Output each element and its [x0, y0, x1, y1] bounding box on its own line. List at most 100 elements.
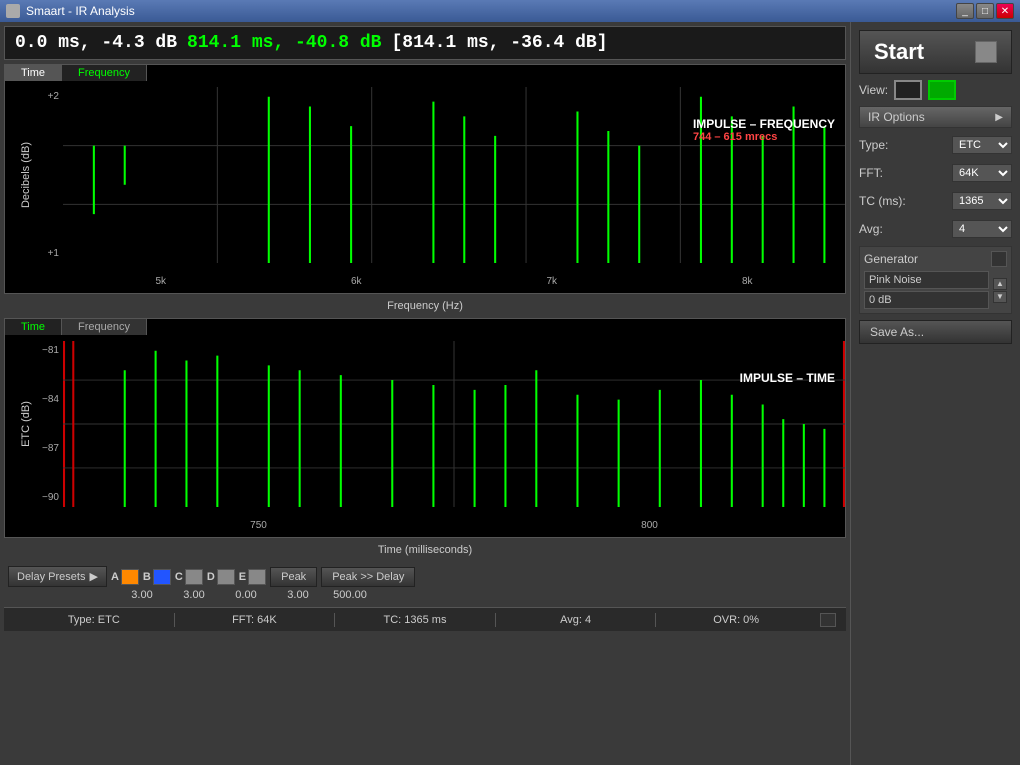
preset-c-value: 0.00: [222, 589, 270, 601]
tc-row: TC (ms): 682 1365 2730: [859, 192, 1012, 210]
status-ovr: OVR: 0%: [656, 614, 816, 626]
main-container: 0.0 ms, -4.3 dB 814.1 ms, -40.8 dB [814.…: [0, 22, 1020, 765]
minimize-button[interactable]: _: [956, 3, 974, 19]
bottom-x-label-750: 750: [250, 520, 267, 531]
peak-delay-button[interactable]: Peak >> Delay: [321, 567, 415, 587]
maximize-button[interactable]: □: [976, 3, 994, 19]
type-row: Type: ETC RTA FFT: [859, 136, 1012, 154]
top-x-label-7k: 7k: [546, 276, 557, 287]
preset-a-value: 3.00: [118, 589, 166, 601]
status-tc: TC: 1365 ms: [335, 614, 495, 626]
preset-d-color[interactable]: [217, 569, 235, 585]
info-green: 814.1 ms, -40.8 dB: [187, 33, 381, 53]
ir-options-label: IR Options: [868, 110, 925, 124]
preset-c-letter: C: [175, 571, 183, 583]
bottom-y-label-3: −87: [33, 443, 63, 454]
fft-label: FFT:: [859, 166, 883, 180]
avg-select[interactable]: 1 2 4 8: [952, 220, 1012, 238]
app-icon: [6, 4, 20, 18]
bottom-tab-frequency[interactable]: Frequency: [62, 319, 147, 335]
view-waveform-button[interactable]: [894, 80, 922, 100]
close-button[interactable]: ✕: [996, 3, 1014, 19]
info-bracket: [814.1 ms, -36.4 dB]: [391, 33, 607, 53]
tc-select[interactable]: 682 1365 2730: [952, 192, 1012, 210]
top-x-label-8k: 8k: [742, 276, 753, 287]
view-label: View:: [859, 83, 888, 97]
generator-section: Generator Pink Noise 0 dB ▲ ▼: [859, 246, 1012, 314]
preset-b-value: 3.00: [170, 589, 218, 601]
top-tab-time[interactable]: Time: [5, 65, 62, 81]
start-label: Start: [874, 39, 924, 65]
view-row: View:: [859, 80, 1012, 100]
top-y-label-2: +1: [33, 248, 63, 259]
window-controls: _ □ ✕: [956, 3, 1014, 19]
preset-b-color[interactable]: [153, 569, 171, 585]
info-bar: 0.0 ms, -4.3 dB 814.1 ms, -40.8 dB [814.…: [4, 26, 846, 60]
bottom-y-axis: −81 −84 −87 −90: [33, 341, 63, 507]
status-fft: FFT: 64K: [175, 614, 335, 626]
center-area: 0.0 ms, -4.3 dB 814.1 ms, -40.8 dB [814.…: [0, 22, 850, 765]
preset-d-group: D: [207, 569, 235, 585]
top-chart-overlay: IMPULSE – FREQUENCY 744 – 615 mrecs: [693, 117, 835, 143]
bottom-chart-canvas[interactable]: IMPULSE – TIME: [63, 341, 845, 507]
bottom-y-axis-title: ETC (dB): [19, 341, 33, 507]
preset-e-value: 500.00: [326, 589, 374, 601]
start-button[interactable]: Start: [859, 30, 1012, 74]
type-select[interactable]: ETC RTA FFT: [952, 136, 1012, 154]
top-chart-tabs: Time Frequency: [5, 65, 147, 81]
preset-a-group: A: [111, 569, 139, 585]
top-x-axis: 5k 6k 7k 8k: [63, 269, 845, 293]
generator-checkbox[interactable]: [991, 251, 1007, 267]
ir-options-header[interactable]: IR Options ▶: [859, 106, 1012, 128]
preset-e-letter: E: [239, 571, 246, 583]
right-panel: Start View: IR Options ▶ Type: ETC RTA F…: [850, 22, 1020, 765]
delay-presets-button[interactable]: Delay Presets ▶: [8, 566, 107, 587]
status-type: Type: ETC: [14, 614, 174, 626]
bottom-x-axis: 750 800: [63, 513, 845, 537]
preset-a-color[interactable]: [121, 569, 139, 585]
ir-options-arrow-icon: ▶: [995, 112, 1003, 123]
bottom-controls: Delay Presets ▶ A B C D: [4, 562, 846, 603]
bottom-chart-svg: [63, 341, 845, 507]
preset-d-value: 3.00: [274, 589, 322, 601]
top-chart-svg: [63, 87, 845, 263]
fft-select[interactable]: 32K 64K 128K: [952, 164, 1012, 182]
start-square-icon: [975, 41, 997, 63]
title-bar: Smaart - IR Analysis _ □ ✕: [0, 0, 1020, 22]
preset-e-group: E: [239, 569, 266, 585]
avg-row: Avg: 1 2 4 8: [859, 220, 1012, 238]
bottom-x-label-800: 800: [641, 520, 658, 531]
preset-e-color[interactable]: [248, 569, 266, 585]
generator-level: 0 dB: [864, 291, 989, 309]
preset-a-letter: A: [111, 571, 119, 583]
top-y-axis: +2 +1: [33, 87, 63, 263]
top-chart-canvas[interactable]: IMPULSE – FREQUENCY 744 – 615 mrecs: [63, 87, 845, 263]
fft-row: FFT: 32K 64K 128K: [859, 164, 1012, 182]
bottom-y-label-1: −81: [33, 345, 63, 356]
generator-scroll-up[interactable]: ▲: [993, 278, 1007, 290]
bottom-tab-time[interactable]: Time: [5, 319, 62, 335]
save-as-button[interactable]: Save As...: [859, 320, 1012, 344]
top-tab-frequency[interactable]: Frequency: [62, 65, 147, 81]
generator-content: Pink Noise 0 dB ▲ ▼: [864, 271, 1007, 309]
top-x-label-5k: 5k: [155, 276, 166, 287]
preset-d-letter: D: [207, 571, 215, 583]
preset-c-color[interactable]: [185, 569, 203, 585]
top-chart-panel: Time Frequency Decibels (dB) +2 +1: [4, 64, 846, 294]
peak-button[interactable]: Peak: [270, 567, 317, 587]
bottom-y-label-4: −90: [33, 492, 63, 503]
preset-c-group: C: [175, 569, 203, 585]
generator-type: Pink Noise: [864, 271, 989, 289]
status-avg: Avg: 4: [496, 614, 656, 626]
generator-scroll: ▲ ▼: [993, 278, 1007, 303]
delay-row: Delay Presets ▶ A B C D: [8, 566, 842, 587]
generator-label: Generator: [864, 252, 918, 266]
status-indicator: [820, 613, 836, 627]
generator-scroll-down[interactable]: ▼: [993, 291, 1007, 303]
top-x-label-6k: 6k: [351, 276, 362, 287]
generator-type-area: Pink Noise 0 dB: [864, 271, 989, 309]
view-spectrogram-button[interactable]: [928, 80, 956, 100]
values-row: 3.00 3.00 0.00 3.00 500.00: [8, 589, 842, 601]
bottom-chart-tabs: Time Frequency: [5, 319, 147, 335]
preset-b-letter: B: [143, 571, 151, 583]
